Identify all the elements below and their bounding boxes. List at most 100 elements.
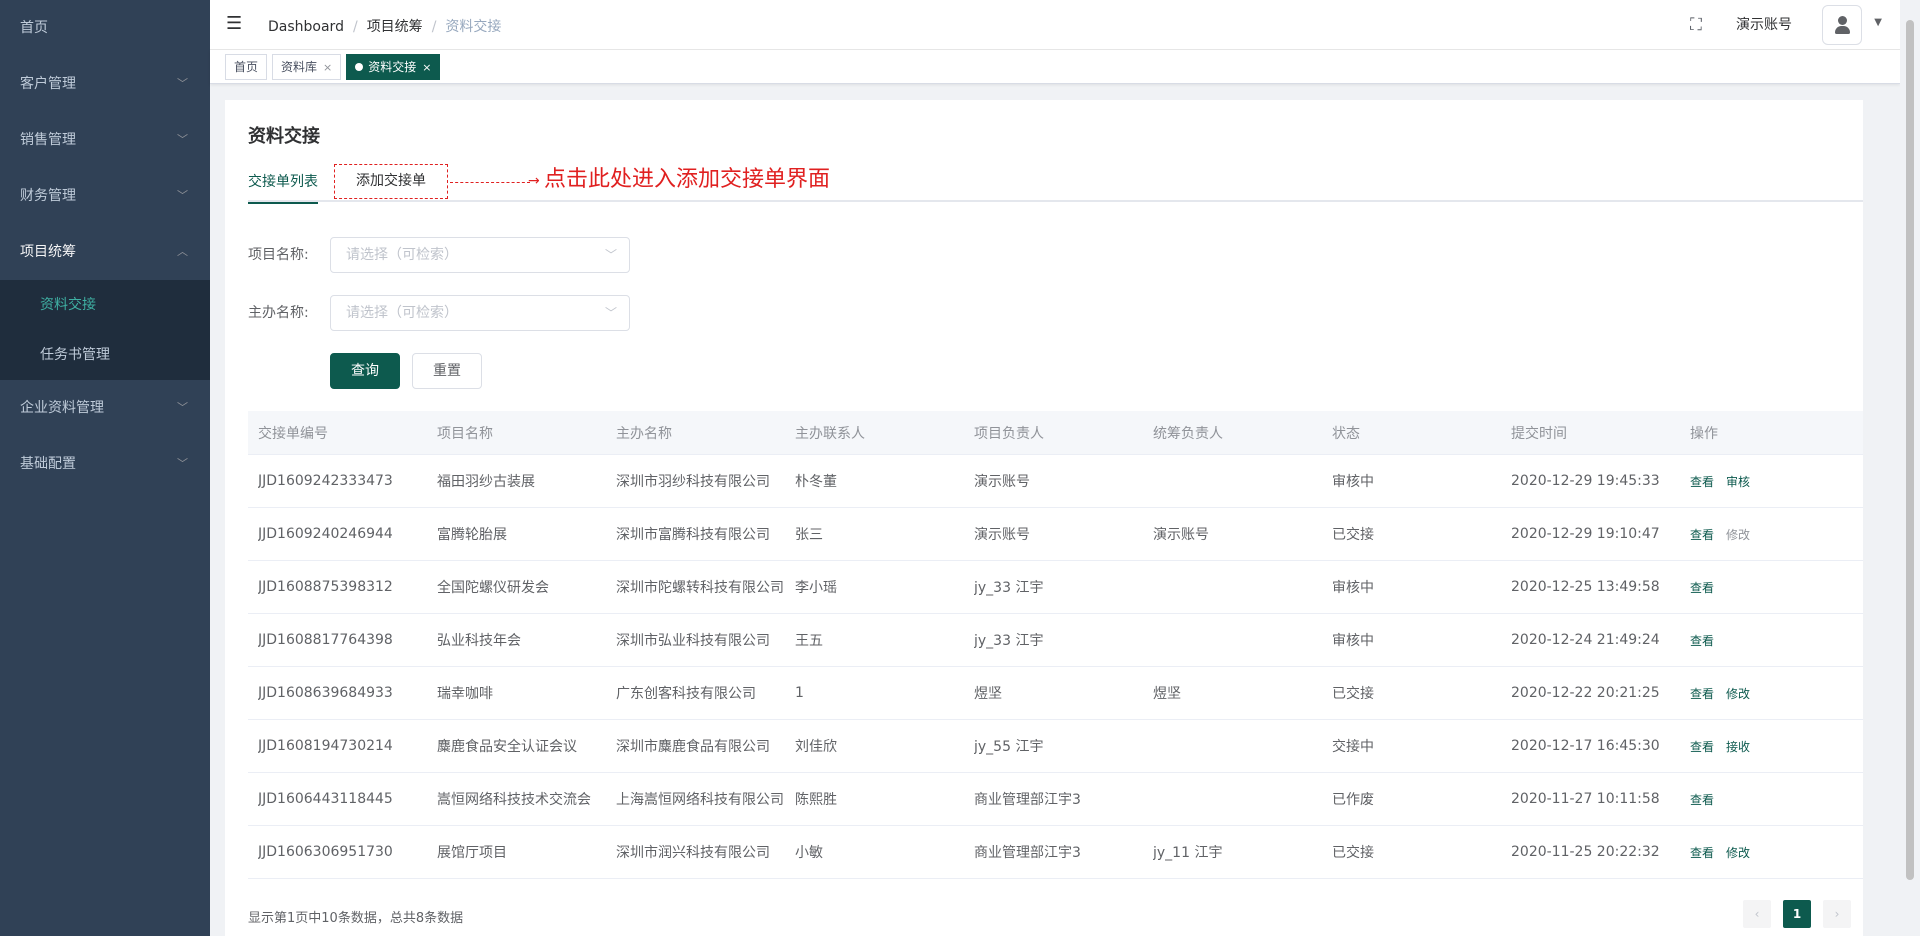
sidebar-item-sales[interactable]: 销售管理 ﹀: [0, 112, 210, 168]
tag-library[interactable]: 资料库 ×: [272, 54, 342, 80]
project-select[interactable]: 请选择（可检索） ﹀: [330, 237, 630, 273]
prev-page-button[interactable]: ‹: [1743, 900, 1771, 928]
table-row: JJD1609240246944 富腾轮胎展 深圳市富腾科技有限公司 张三 演示账号 演示…: [248, 508, 1863, 561]
table-cell-coord: [1143, 561, 1322, 613]
close-icon[interactable]: ×: [323, 61, 332, 74]
row-action-link[interactable]: 接收: [1726, 738, 1750, 755]
table-row: JJD1608817764398 弘业科技年会 深圳市弘业科技有限公司 王五 jy_33…: [248, 614, 1863, 667]
table-row: JJD1606443118445 嵩恒网络科技技术交流会 上海嵩恒网络科技有限公司陈…: [248, 773, 1863, 826]
table-cell-id: JJD1609240246944: [258, 526, 393, 542]
table-cell-project: 麋鹿食品安全认证会议: [437, 739, 577, 755]
table-cell-time: 2020-12-17 16:45:30: [1511, 738, 1660, 754]
table-cell-project: 全国陀螺仪研发会: [437, 580, 549, 596]
table-cell-project: 福田羽纱古装展: [437, 474, 535, 490]
chevron-down-icon: ﹀: [177, 77, 188, 90]
col-header: 交接单编号: [258, 425, 328, 442]
row-action-link[interactable]: 查看: [1690, 685, 1714, 702]
next-page-button[interactable]: ›: [1823, 900, 1851, 928]
handover-table: 交接单编号 项目名称 主办名称 主办联系人 项目负责人 统筹负责人 状态 提交时…: [248, 411, 1863, 879]
table-cell-status: 交接中: [1332, 739, 1374, 755]
chevron-down-icon: ﹀: [177, 133, 188, 146]
table-cell-coord: [1143, 773, 1322, 825]
content-card: 资料交接 交接单列表 添加交接单 → 点击此处进入添加交接单界面 项目名称: 请…: [225, 100, 1863, 936]
sidebar-item-enterprise-docs[interactable]: 企业资料管理 ﹀: [0, 380, 210, 436]
reset-button[interactable]: 重置: [412, 353, 482, 389]
filter-project-label: 项目名称:: [248, 247, 309, 263]
col-header: 操作: [1690, 425, 1718, 442]
sidebar-item-finance[interactable]: 财务管理 ﹀: [0, 168, 210, 224]
host-select-placeholder: 请选择（可检索）: [346, 305, 458, 321]
chevron-down-icon: ﹀: [177, 401, 188, 414]
breadcrumb-item[interactable]: 项目统筹: [367, 19, 423, 35]
row-action-link[interactable]: 查看: [1690, 473, 1714, 490]
menu-fold-icon[interactable]: ☰: [226, 14, 246, 34]
table-cell-actions: 查看 修改: [1680, 508, 1863, 560]
query-button[interactable]: 查询: [330, 353, 400, 389]
table-cell-contact: 刘佳欣: [795, 739, 837, 755]
caret-down-icon[interactable]: ▼: [1874, 17, 1882, 28]
table-cell-id: JJD1608817764398: [258, 632, 393, 648]
table-cell-contact: 小敏: [795, 845, 823, 861]
close-icon[interactable]: ×: [422, 61, 431, 74]
row-action-link[interactable]: 查看: [1690, 526, 1714, 543]
page-scrollbar[interactable]: [1900, 0, 1920, 936]
table-cell-id: JJD1608639684933: [258, 685, 393, 701]
row-action-link[interactable]: 审核: [1726, 473, 1750, 490]
sidebar-item-label: 首页: [20, 20, 48, 36]
table-cell-status: 已交接: [1332, 527, 1374, 543]
tab-add-handover[interactable]: 添加交接单: [334, 164, 448, 199]
tag-label: 首页: [234, 60, 259, 74]
row-action-link[interactable]: 修改: [1726, 685, 1750, 702]
tag-handover[interactable]: 资料交接 ×: [346, 54, 441, 80]
tag-home[interactable]: 首页: [225, 54, 268, 80]
breadcrumb-item[interactable]: Dashboard: [268, 19, 344, 35]
table-cell-coord: [1143, 614, 1322, 666]
submenu-item-handover[interactable]: 资料交接: [0, 280, 210, 330]
row-action-link[interactable]: 查看: [1690, 632, 1714, 649]
row-action-link[interactable]: 查看: [1690, 844, 1714, 861]
row-action-link[interactable]: 查看: [1690, 791, 1714, 808]
table-cell-status: 已交接: [1332, 686, 1374, 702]
filter-host-label: 主办名称:: [248, 305, 309, 321]
table-cell-project: 展馆厅项目: [437, 845, 507, 861]
row-action-link[interactable]: 修改: [1726, 526, 1750, 543]
tag-label: 资料库: [281, 60, 318, 74]
sidebar-item-label: 销售管理: [20, 132, 76, 148]
table-cell-host: 上海嵩恒网络科技有限公司: [616, 792, 784, 808]
table-cell-contact: 王五: [795, 633, 823, 649]
table-cell-project: 瑞幸咖啡: [437, 686, 493, 702]
sidebar-item-base-config[interactable]: 基础配置 ﹀: [0, 436, 210, 492]
table-cell-project: 弘业科技年会: [437, 633, 521, 649]
table-cell-host: 深圳市富腾科技有限公司: [616, 527, 770, 543]
scrollbar-thumb[interactable]: [1906, 20, 1914, 880]
tab-handover-list[interactable]: 交接单列表: [248, 162, 318, 204]
table-cell-host: 深圳市弘业科技有限公司: [616, 633, 770, 649]
pagination-info: 显示第1页中10条数据，总共8条数据: [248, 911, 464, 926]
row-action-link[interactable]: 查看: [1690, 579, 1714, 596]
table-cell-contact: 1: [795, 685, 804, 701]
chevron-down-icon: ﹀: [177, 189, 188, 202]
table-cell-status: 已交接: [1332, 845, 1374, 861]
table-cell-status: 已作废: [1332, 792, 1374, 808]
avatar[interactable]: [1822, 5, 1862, 45]
table-row: JJD1608639684933 瑞幸咖啡 广东创客科技有限公司 1 煜坚 煜坚 已交接 20…: [248, 667, 1863, 720]
table-cell-host: 深圳市陀螺转科技有限公司: [616, 580, 784, 596]
arrow-right-icon: →: [528, 173, 540, 189]
fullscreen-icon[interactable]: ⛶: [1690, 15, 1710, 35]
table-cell-contact: 李小瑶: [795, 580, 837, 596]
page-number-button[interactable]: 1: [1783, 900, 1811, 928]
table-cell-pm: jy_55 江宇: [974, 739, 1044, 755]
sidebar-item-home[interactable]: 首页: [0, 0, 210, 56]
row-action-link[interactable]: 查看: [1690, 738, 1714, 755]
user-name: 演示账号: [1736, 17, 1792, 33]
table-cell-coord: 演示账号: [1153, 527, 1209, 543]
sidebar-item-customers[interactable]: 客户管理 ﹀: [0, 56, 210, 112]
table-cell-actions: 查看 接收: [1680, 720, 1863, 772]
submenu-item-task-book[interactable]: 任务书管理: [0, 330, 210, 380]
tabs: 交接单列表 添加交接单 → 点击此处进入添加交接单界面: [248, 162, 1863, 204]
row-action-link[interactable]: 修改: [1726, 844, 1750, 861]
host-select[interactable]: 请选择（可检索） ﹀: [330, 295, 630, 331]
sidebar: 首页 客户管理 ﹀ 销售管理 ﹀ 财务管理 ﹀ 项目统筹 ︿ 资料交接 任务书管理 企业…: [0, 0, 210, 936]
sidebar-item-projects[interactable]: 项目统筹 ︿: [0, 224, 210, 280]
col-header: 统筹负责人: [1153, 425, 1223, 442]
